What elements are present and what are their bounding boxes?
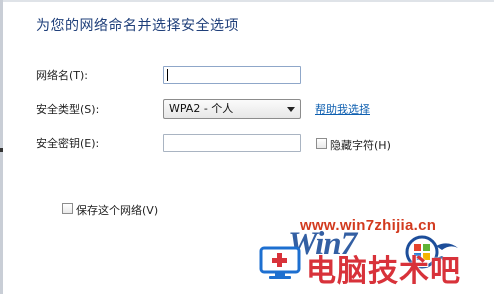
security-type-label: 安全类型(S):: [36, 103, 100, 116]
save-network-checkbox[interactable]: [62, 203, 73, 214]
security-key-input[interactable]: [163, 134, 301, 152]
save-network-label[interactable]: 保存这个网络(V): [76, 202, 158, 218]
network-name-label: 网络名(T):: [36, 69, 89, 82]
help-me-choose-link[interactable]: 帮助我选择: [315, 101, 370, 117]
watermark-chinese-text: 电脑技术吧: [306, 254, 461, 289]
window-edge-mark: [0, 148, 3, 152]
security-key-label: 安全密钥(E):: [36, 137, 100, 150]
hide-characters-label[interactable]: 隐藏字符(H): [330, 137, 391, 153]
hide-characters-checkbox[interactable]: [316, 138, 327, 149]
watermark-url: www.win7zhijia.cn: [300, 217, 437, 234]
dropdown-arrow-icon: [287, 107, 295, 112]
security-type-value: WPA2 - 个人: [169, 102, 234, 115]
security-type-dropdown[interactable]: WPA2 - 个人: [163, 99, 301, 119]
window-left-edge: [0, 0, 3, 294]
window-top-edge: [0, 0, 494, 2]
dialog-title: 为您的网络命名并选择安全选项: [36, 18, 239, 34]
computer-plus-icon: [259, 246, 301, 279]
network-name-input[interactable]: [163, 66, 301, 84]
text-cursor: [167, 69, 168, 81]
